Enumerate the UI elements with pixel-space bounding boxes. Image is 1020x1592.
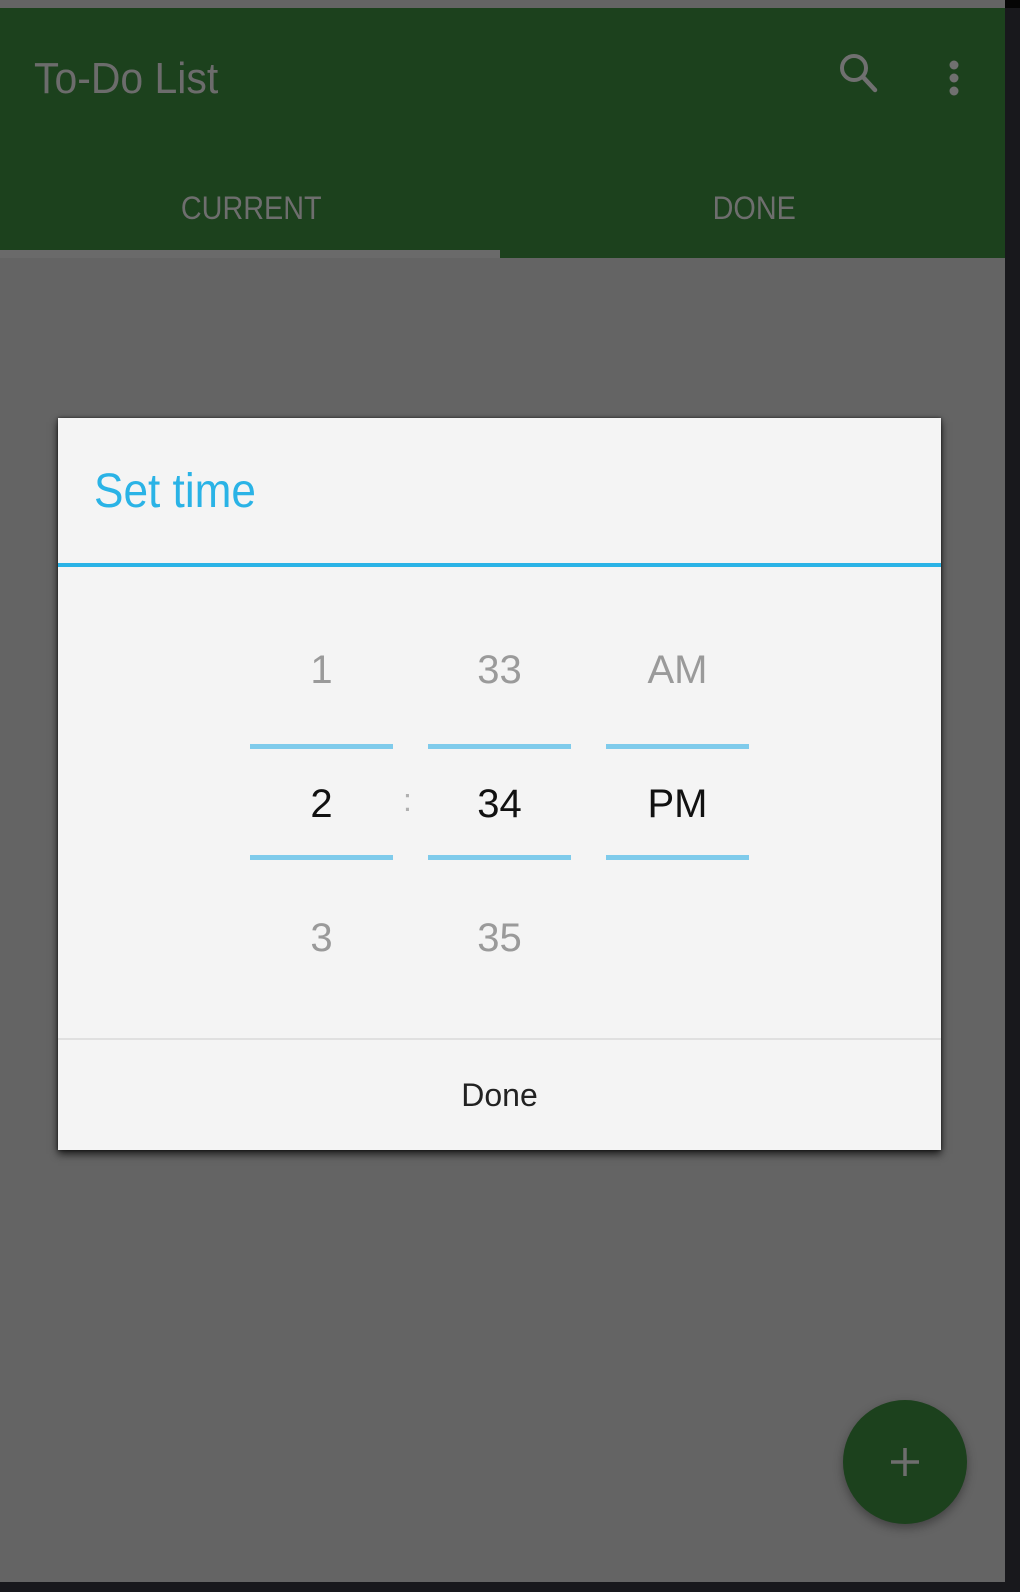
add-task-button[interactable]	[843, 1400, 967, 1524]
tab-indicator	[0, 250, 500, 258]
minute-prev[interactable]: 33	[428, 648, 571, 693]
hour-selection-line-bottom	[250, 855, 393, 860]
hour-picker[interactable]: 1 2 3	[250, 628, 393, 978]
ampm-picker[interactable]: AM PM	[606, 628, 749, 978]
hour-current[interactable]: 2	[250, 782, 393, 827]
title-divider	[58, 563, 941, 567]
minute-selection-line-top	[428, 744, 571, 749]
tab-current[interactable]: CURRENT	[25, 158, 477, 258]
app-bar: To-Do List CURRENT DONE	[0, 8, 1005, 258]
hour-selection-line-top	[250, 744, 393, 749]
plus-icon	[891, 1448, 919, 1476]
hour-prev[interactable]: 1	[250, 648, 393, 693]
more-options-button[interactable]	[930, 42, 990, 102]
minute-current[interactable]: 34	[428, 782, 571, 827]
ampm-prev[interactable]: AM	[606, 648, 749, 693]
app-screen: To-Do List CURRENT DONE Set time 1 2 3:…	[0, 0, 1005, 1582]
app-title: To-Do List	[34, 54, 219, 103]
tab-bar: CURRENT DONE	[0, 158, 1005, 258]
set-time-dialog: Set time 1 2 3 : 33 34 35 AM PM Done	[58, 418, 941, 1150]
ampm-selection-line-bottom	[606, 855, 749, 860]
tab-done[interactable]: DONE	[528, 158, 980, 258]
dialog-title: Set time	[94, 465, 256, 518]
ampm-selection-line-top	[606, 744, 749, 749]
search-icon	[840, 54, 878, 93]
hour-next[interactable]: 3	[250, 916, 393, 961]
time-separator: :	[403, 782, 412, 818]
more-vert-icon	[949, 60, 959, 96]
ampm-current[interactable]: PM	[606, 782, 749, 827]
search-button[interactable]	[830, 42, 890, 102]
minute-selection-line-bottom	[428, 855, 571, 860]
minute-next[interactable]: 35	[428, 916, 571, 961]
done-button[interactable]: Done	[58, 1040, 941, 1150]
minute-picker[interactable]: 33 34 35	[428, 628, 571, 978]
